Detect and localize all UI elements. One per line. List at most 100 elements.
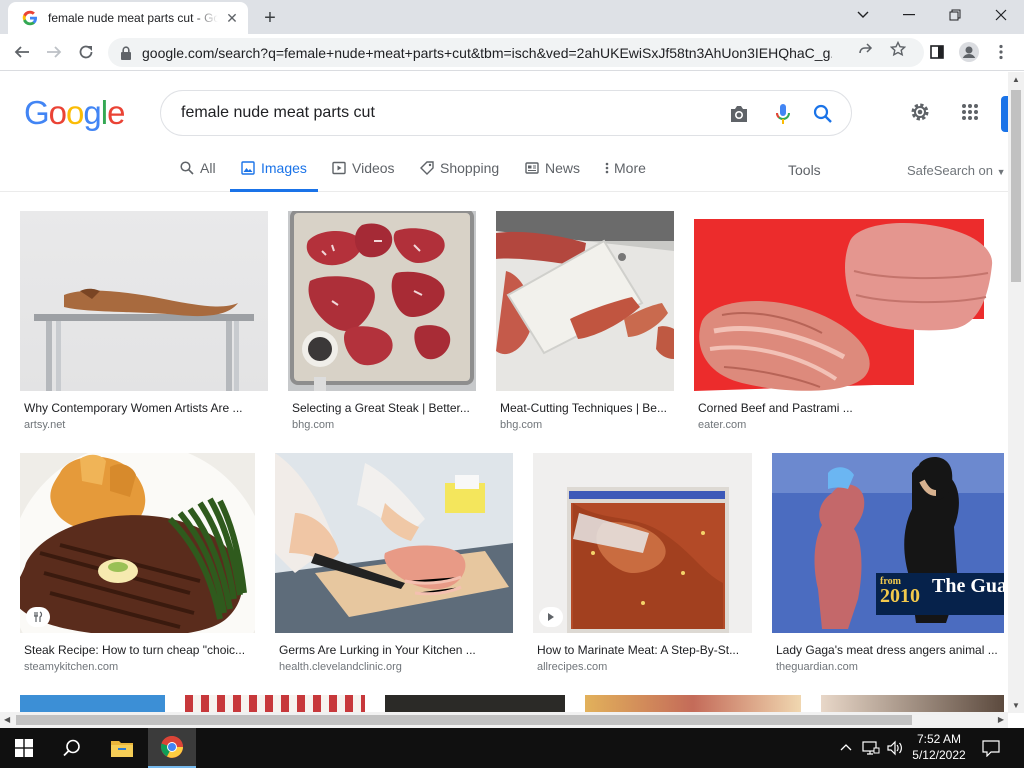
camera-icon[interactable]	[727, 102, 751, 126]
news-icon	[525, 161, 539, 175]
result-caption[interactable]: Corned Beef and Pastrami ...	[698, 401, 998, 415]
result-thumbnail[interactable]	[694, 211, 1004, 391]
guardian-year: 2010	[880, 585, 920, 607]
image-result[interactable]	[20, 695, 165, 713]
microphone-icon[interactable]	[771, 102, 795, 126]
close-window-button[interactable]	[978, 0, 1024, 30]
image-result[interactable]: from 2010 The Guardi Lady Gaga's meat dr…	[772, 453, 1004, 675]
tools-button[interactable]: Tools	[788, 162, 821, 178]
back-button[interactable]	[8, 38, 36, 66]
sign-in-button[interactable]	[1001, 96, 1008, 132]
result-source[interactable]: bhg.com	[292, 419, 334, 431]
result-source[interactable]: theguardian.com	[776, 661, 858, 673]
result-caption[interactable]: Steak Recipe: How to turn cheap "choic..…	[24, 643, 252, 657]
image-result[interactable]	[385, 695, 565, 713]
tab-shopping[interactable]: Shopping	[420, 154, 499, 192]
search-icon	[180, 161, 194, 175]
result-caption[interactable]: Why Contemporary Women Artists Are ...	[24, 401, 264, 415]
minimize-button[interactable]	[886, 0, 932, 30]
scroll-left-icon[interactable]: ◀	[4, 715, 10, 724]
safesearch-toggle[interactable]: SafeSearch on ▼	[907, 163, 1006, 178]
file-explorer-icon[interactable]	[98, 728, 146, 768]
scrollbar-thumb[interactable]	[16, 715, 912, 725]
browser-tab[interactable]: female nude meat parts cut - Google Sear…	[8, 2, 248, 34]
browser-menu-icon[interactable]	[988, 39, 1014, 65]
notifications-icon[interactable]	[982, 739, 1000, 762]
profile-avatar-icon[interactable]	[956, 39, 982, 65]
tab-label: More	[614, 160, 646, 176]
horizontal-scrollbar[interactable]: ◀ ▶	[0, 712, 1008, 728]
share-icon[interactable]	[858, 41, 874, 57]
result-thumbnail[interactable]	[496, 211, 674, 391]
volume-icon[interactable]	[886, 740, 904, 761]
logo-letter: e	[107, 94, 125, 131]
scroll-down-icon[interactable]: ▼	[1012, 701, 1020, 710]
image-result[interactable]	[821, 695, 1004, 713]
network-icon[interactable]	[862, 740, 880, 761]
image-result[interactable]: Meat-Cutting Techniques | Be... bhg.com	[496, 211, 674, 431]
result-caption[interactable]: Lady Gaga's meat dress angers animal ...	[776, 643, 1002, 657]
result-thumbnail[interactable]	[20, 211, 268, 391]
search-icon[interactable]	[811, 102, 835, 126]
image-result[interactable]: Steak Recipe: How to turn cheap "choic..…	[20, 453, 255, 675]
tab-search-icon[interactable]	[840, 0, 886, 30]
bookmark-star-icon[interactable]	[890, 41, 906, 57]
search-box[interactable]: female nude meat parts cut	[160, 90, 852, 136]
apps-grid-icon[interactable]	[958, 100, 982, 124]
tab-videos[interactable]: Videos	[332, 154, 395, 192]
side-panel-icon[interactable]	[924, 39, 950, 65]
image-result[interactable]: Why Contemporary Women Artists Are ... a…	[20, 211, 268, 431]
result-source[interactable]: health.clevelandclinic.org	[279, 661, 402, 673]
scroll-up-icon[interactable]: ▲	[1012, 75, 1020, 84]
url-text[interactable]: google.com/search?q=female+nude+meat+par…	[142, 45, 832, 61]
image-result[interactable]	[585, 695, 801, 713]
tag-icon	[420, 161, 434, 175]
result-source[interactable]: artsy.net	[24, 419, 65, 431]
image-result[interactable]: How to Marinate Meat: A Step-By-St... al…	[533, 453, 752, 675]
result-caption[interactable]: Germs Are Lurking in Your Kitchen ...	[279, 643, 509, 657]
tab-more[interactable]: More	[604, 154, 646, 192]
logo-letter: g	[83, 94, 101, 131]
forward-button[interactable]	[40, 38, 68, 66]
image-result[interactable]: Corned Beef and Pastrami ... eater.com	[694, 211, 1004, 431]
search-input[interactable]: female nude meat parts cut	[181, 104, 375, 122]
settings-gear-icon[interactable]	[908, 100, 932, 124]
windows-start-button[interactable]	[0, 728, 48, 768]
result-thumbnail[interactable]	[20, 453, 255, 633]
image-result[interactable]: Germs Are Lurking in Your Kitchen ... he…	[275, 453, 513, 675]
tab-news[interactable]: News	[525, 154, 580, 192]
guardian-logo: from 2010 The Guardi	[876, 573, 1004, 615]
scrollbar-thumb[interactable]	[1011, 90, 1021, 282]
result-thumbnail[interactable]	[275, 453, 513, 633]
result-caption[interactable]: Meat-Cutting Techniques | Be...	[500, 401, 672, 415]
tab-images[interactable]: Images	[230, 154, 318, 192]
scroll-right-icon[interactable]: ▶	[998, 715, 1004, 724]
chrome-taskbar-icon[interactable]	[148, 728, 196, 768]
restore-button[interactable]	[932, 0, 978, 30]
google-logo[interactable]: Google	[24, 94, 125, 132]
result-thumbnail[interactable]: from 2010 The Guardi	[772, 453, 1004, 633]
reload-button[interactable]	[72, 38, 100, 66]
result-thumbnail[interactable]	[288, 211, 476, 391]
result-caption[interactable]: Selecting a Great Steak | Better...	[292, 401, 474, 415]
tab-all[interactable]: All	[180, 154, 216, 192]
taskbar-clock[interactable]: 7:52 AM 5/12/2022	[910, 731, 968, 763]
result-caption[interactable]: How to Marinate Meat: A Step-By-St...	[537, 643, 749, 657]
image-result[interactable]	[185, 695, 365, 713]
result-thumbnail[interactable]	[533, 453, 752, 633]
show-hidden-icons-icon[interactable]	[840, 740, 852, 754]
image-result[interactable]: Selecting a Great Steak | Better... bhg.…	[288, 211, 476, 431]
result-source[interactable]: eater.com	[698, 419, 746, 431]
close-tab-icon[interactable]: ✕	[224, 10, 240, 26]
vertical-scrollbar[interactable]: ▲ ▼	[1008, 72, 1024, 713]
tab-label: Shopping	[440, 160, 500, 176]
result-source[interactable]: bhg.com	[500, 419, 542, 431]
address-bar[interactable]: google.com/search?q=female+nude+meat+par…	[108, 38, 924, 67]
new-tab-button[interactable]: +	[258, 6, 282, 30]
lock-icon[interactable]	[120, 45, 132, 60]
result-source[interactable]: allrecipes.com	[537, 661, 607, 673]
logo-letter: G	[24, 94, 50, 131]
taskbar-search-icon[interactable]	[48, 728, 96, 768]
guardian-brand: The Guardi	[932, 577, 1004, 595]
result-source[interactable]: steamykitchen.com	[24, 661, 118, 673]
